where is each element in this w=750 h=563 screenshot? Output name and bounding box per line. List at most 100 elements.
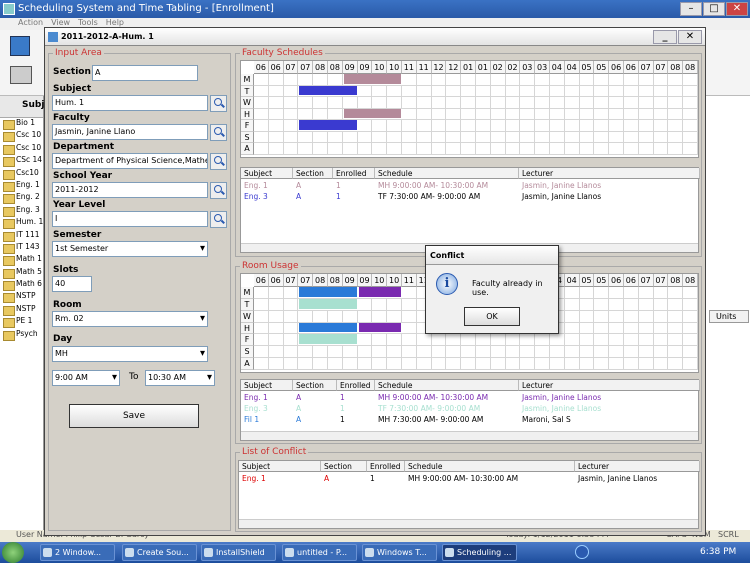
timetable-cell[interactable] (254, 346, 269, 359)
timetable-cell[interactable] (490, 334, 506, 347)
room-select[interactable]: Rm. 02 (52, 311, 208, 327)
timetable-cell[interactable] (268, 322, 284, 335)
timetable-cell[interactable] (416, 334, 432, 347)
timetable-cell[interactable] (624, 322, 639, 335)
timetable-cell[interactable] (342, 143, 358, 155)
timetable-cell[interactable] (594, 287, 610, 299)
timetable-cell[interactable] (461, 143, 476, 155)
column-header[interactable]: Schedule (375, 168, 519, 179)
timetable-cell[interactable] (283, 97, 299, 109)
timetable-cell[interactable] (564, 334, 580, 347)
timetable-cell[interactable] (579, 346, 595, 359)
table-cell[interactable]: A (293, 393, 337, 403)
timetable-cell[interactable] (505, 97, 521, 109)
timetable-cell[interactable] (313, 358, 328, 370)
timetable-cell[interactable] (342, 97, 358, 109)
search-icon[interactable] (210, 153, 227, 170)
timetable-cell[interactable] (387, 85, 402, 98)
timetable-cell[interactable] (313, 346, 328, 359)
timetable-cell[interactable] (520, 131, 536, 144)
timetable-cell[interactable] (564, 85, 580, 98)
timetable-cell[interactable] (683, 97, 698, 109)
timetable-cell[interactable] (254, 298, 269, 311)
timetable-cell[interactable] (402, 74, 417, 86)
timetable-cell[interactable] (372, 310, 388, 323)
timetable-cell[interactable] (683, 120, 698, 132)
timetable-cell[interactable] (490, 120, 506, 132)
timetable-cell[interactable] (387, 298, 402, 311)
timetable-cell[interactable] (357, 358, 373, 370)
timetable-cell[interactable] (624, 358, 639, 370)
timetable-cell[interactable] (416, 143, 432, 155)
table-cell[interactable]: Eng. 3 (241, 404, 293, 414)
timetable-cell[interactable] (653, 120, 669, 132)
timetable-cell[interactable] (490, 358, 506, 370)
table-cell[interactable]: MH 9:00:00 AM- 10:30:00 AM (405, 474, 575, 484)
timetable-cell[interactable] (268, 143, 284, 155)
timetable-cell[interactable] (505, 85, 521, 98)
table-cell[interactable]: MH 7:30:00 AM- 9:00:00 AM (375, 415, 519, 425)
timetable-cell[interactable] (283, 310, 299, 323)
timetable-cell[interactable] (594, 346, 610, 359)
timetable-cell[interactable] (416, 74, 432, 86)
department-input[interactable]: Department of Physical Science,Mathemati… (52, 153, 208, 169)
timetable-cell[interactable] (579, 120, 595, 132)
timetable-cell[interactable] (638, 310, 654, 323)
timetable-cell[interactable] (387, 334, 402, 347)
timetable-cell[interactable] (387, 97, 402, 109)
table-cell[interactable]: 1 (333, 181, 375, 191)
subject-list-item[interactable]: Eng. 3 (0, 205, 43, 218)
subject-list-item[interactable]: Psych (0, 329, 43, 342)
timetable-cell[interactable] (254, 131, 269, 144)
timetable-cell[interactable] (268, 97, 284, 109)
timetable-cell[interactable] (653, 74, 669, 86)
timetable-cell[interactable] (283, 358, 299, 370)
timetable-cell[interactable] (579, 298, 595, 311)
timetable-cell[interactable] (609, 287, 624, 299)
timetable-cell[interactable] (505, 74, 521, 86)
timetable-cell[interactable] (268, 334, 284, 347)
timetable-cell[interactable] (254, 310, 269, 323)
timetable-cell[interactable] (609, 108, 624, 121)
timetable-cell[interactable] (624, 298, 639, 311)
timetable-cell[interactable] (446, 358, 462, 370)
timetable-cell[interactable] (638, 334, 654, 347)
timetable-cell[interactable] (638, 322, 654, 335)
timetable-cell[interactable] (624, 120, 639, 132)
table-cell[interactable]: A (321, 474, 367, 484)
timetable-cell[interactable] (624, 85, 639, 98)
timetable-cell[interactable] (653, 322, 669, 335)
subject-list-item[interactable]: Eng. 1 (0, 180, 43, 193)
ok-button[interactable]: OK (464, 307, 520, 326)
table-cell[interactable]: 1 (337, 415, 375, 425)
timetable-cell[interactable] (520, 143, 536, 155)
table-cell[interactable]: Eng. 1 (241, 393, 293, 403)
timetable-cell[interactable] (653, 334, 669, 347)
timetable-cell[interactable] (313, 131, 328, 144)
timetable-cell[interactable] (609, 120, 624, 132)
timetable-cell[interactable] (624, 346, 639, 359)
window-close-button[interactable]: ✕ (678, 30, 702, 44)
timetable-cell[interactable] (550, 74, 565, 86)
timetable-cell[interactable] (520, 120, 536, 132)
timetable-cell[interactable] (446, 143, 462, 155)
timetable-cell[interactable] (461, 131, 476, 144)
timetable-cell[interactable] (579, 322, 595, 335)
subject-list-item[interactable]: NSTP (0, 291, 43, 304)
timetable-cell[interactable] (683, 334, 698, 347)
column-header[interactable]: Enrolled (333, 168, 375, 179)
timetable-cell[interactable] (668, 310, 684, 323)
timetable-cell[interactable] (476, 85, 491, 98)
timetable-cell[interactable] (683, 143, 698, 155)
timetable-cell[interactable] (564, 346, 580, 359)
timetable-cell[interactable] (668, 287, 684, 299)
column-header[interactable]: Enrolled (367, 461, 405, 472)
timetable-cell[interactable] (431, 120, 447, 132)
timetable-cell[interactable] (638, 346, 654, 359)
timetable-cell[interactable] (372, 346, 388, 359)
column-header[interactable]: Subject (239, 461, 321, 472)
timetable-cell[interactable] (254, 108, 269, 121)
timetable-cell[interactable] (594, 298, 610, 311)
search-icon[interactable] (210, 124, 227, 141)
taskbar-item[interactable]: Create Sou... (122, 544, 197, 561)
